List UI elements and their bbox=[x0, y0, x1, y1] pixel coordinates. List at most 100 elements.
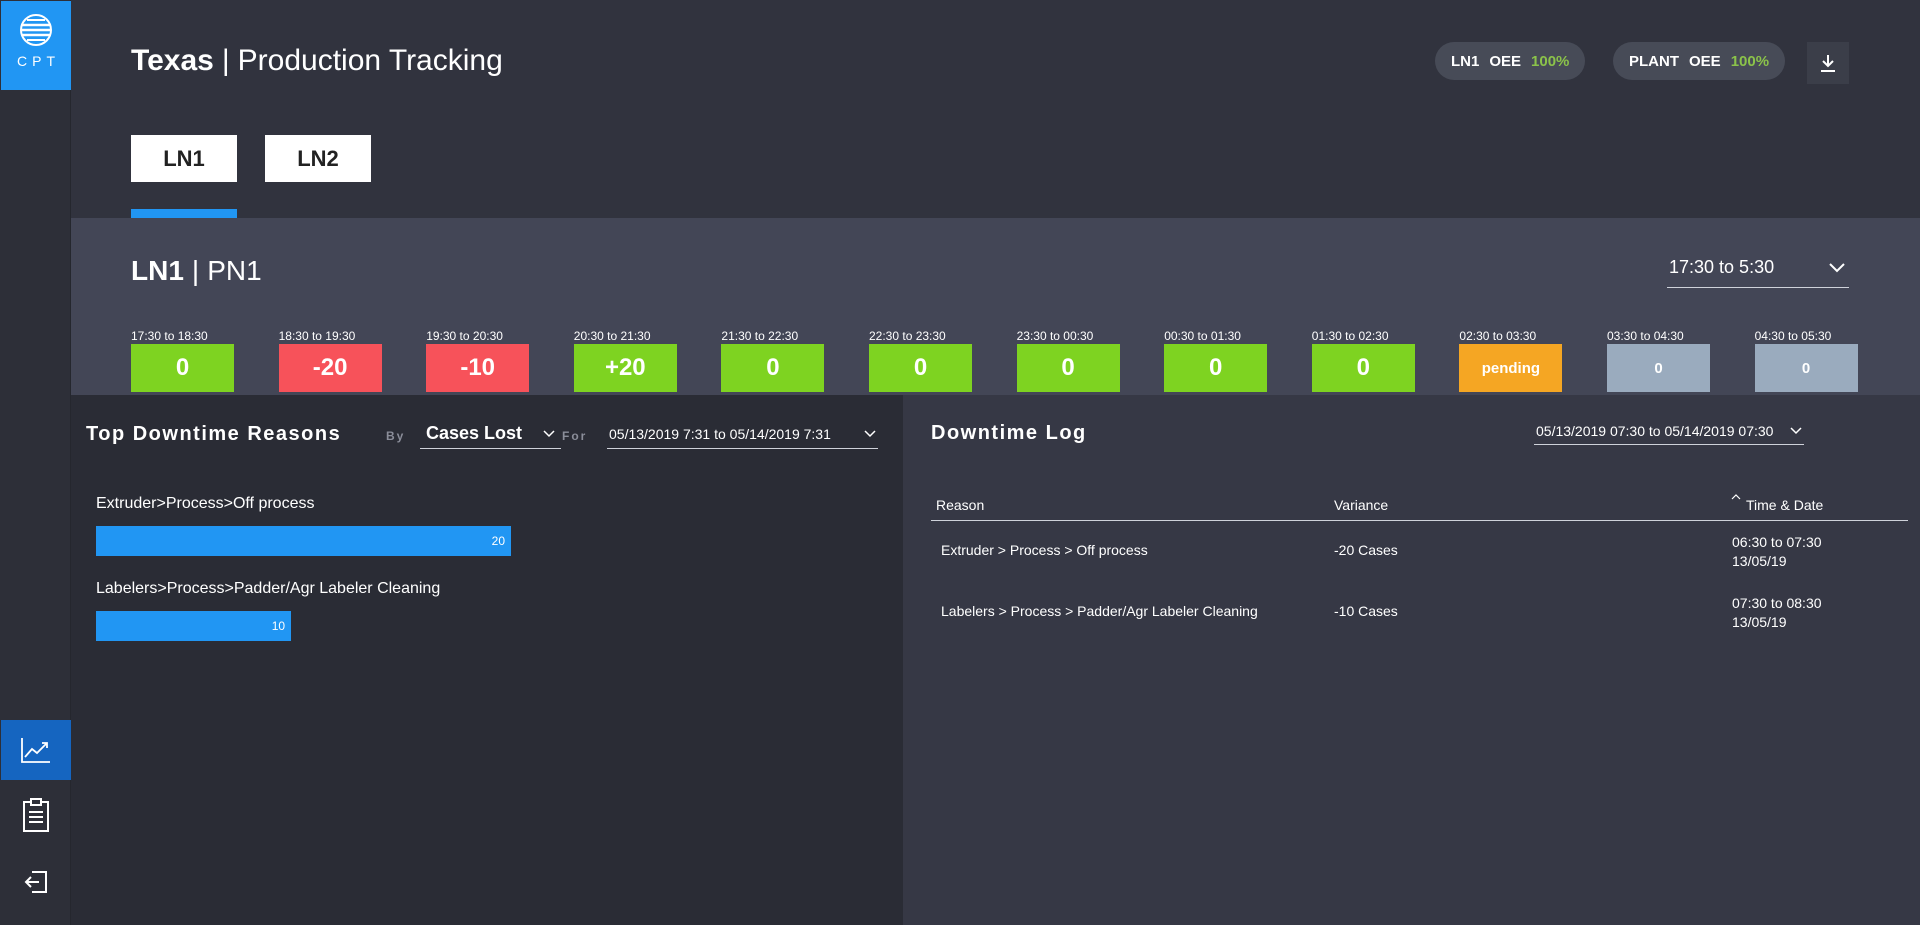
logo[interactable]: CPT bbox=[1, 1, 71, 90]
hour-tile[interactable]: 17:30 to 18:30 0 bbox=[131, 328, 234, 392]
hour-tile[interactable]: 03:30 to 04:30 0 bbox=[1607, 328, 1710, 392]
hour-value: 0 bbox=[1754, 344, 1858, 392]
download-button[interactable] bbox=[1807, 42, 1849, 84]
column-header-time[interactable]: Time & Date bbox=[1746, 497, 1823, 513]
hour-label: 19:30 to 20:30 bbox=[426, 329, 503, 343]
row-time: 07:30 to 08:30 bbox=[1732, 595, 1822, 611]
sort-ascending-icon[interactable] bbox=[1731, 493, 1741, 501]
log-date-range-value: 05/13/2019 07:30 to 05/14/2019 07:30 bbox=[1536, 422, 1774, 439]
sidebar-item-analytics[interactable] bbox=[1, 720, 71, 780]
logout-icon bbox=[24, 871, 47, 893]
hour-value: +20 bbox=[573, 344, 677, 392]
download-icon bbox=[1821, 55, 1835, 72]
hour-value: -20 bbox=[278, 344, 382, 392]
hourly-section: LN1 | PN1 17:30 to 5:30 17:30 to 18:30 0 18:… bbox=[71, 218, 1920, 395]
main-content: Texas | Production Tracking LN1 OEE 100% P… bbox=[71, 0, 1920, 925]
tab-ln1[interactable]: LN1 bbox=[131, 135, 237, 182]
log-table-header: Reason Variance Time & Date bbox=[931, 491, 1908, 521]
hour-tile[interactable]: 20:30 to 21:30 +20 bbox=[573, 328, 677, 392]
reason-label: Labelers>Process>Padder/Agr Labeler Clea… bbox=[96, 580, 441, 597]
row-date: 13/05/19 bbox=[1732, 614, 1787, 630]
for-label: For bbox=[562, 429, 588, 443]
column-header-reason[interactable]: Reason bbox=[936, 497, 984, 513]
row-time: 06:30 to 07:30 bbox=[1732, 534, 1822, 550]
hour-tile[interactable]: 23:30 to 00:30 0 bbox=[1016, 328, 1120, 392]
oee-badge-value: 100% bbox=[1730, 52, 1770, 70]
row-variance: -20 Cases bbox=[1334, 542, 1398, 558]
hour-value: pending bbox=[1459, 344, 1563, 392]
sidebar-item-reports[interactable] bbox=[1, 785, 71, 845]
reason-bar-value: 20 bbox=[491, 534, 505, 548]
hour-label: 00:30 to 01:30 bbox=[1164, 329, 1241, 343]
hour-value: 0 bbox=[131, 344, 234, 392]
hour-tile[interactable]: 18:30 to 19:30 -20 bbox=[278, 328, 382, 392]
reason-bar[interactable]: 10 bbox=[96, 611, 292, 641]
active-tab-indicator bbox=[131, 209, 237, 218]
row-reason: Extruder > Process > Off process bbox=[941, 542, 1148, 558]
plant-oee-badge: PLANT OEE 100% bbox=[1613, 42, 1786, 80]
hour-tile[interactable]: 04:30 to 05:30 0 bbox=[1754, 328, 1858, 392]
site-name: Texas bbox=[131, 44, 214, 77]
line-name: LN1 bbox=[131, 255, 184, 286]
hour-label: 01:30 to 02:30 bbox=[1311, 329, 1389, 343]
downtime-log-title: Downtime Log bbox=[931, 422, 1087, 444]
shift-select-value: 17:30 to 5:30 bbox=[1669, 257, 1775, 277]
table-row[interactable]: Extruder > Process > Off process -20 Cas… bbox=[931, 525, 1908, 585]
hour-label: 18:30 to 19:30 bbox=[278, 329, 356, 343]
downtime-reasons-title: Top Downtime Reasons bbox=[86, 423, 342, 445]
line-title-separator: | bbox=[191, 255, 200, 286]
reasons-date-range-value: 05/13/2019 7:31 to 05/14/2019 7:31 bbox=[609, 425, 831, 442]
clipboard-icon bbox=[23, 798, 49, 832]
top-downtime-reasons-panel: Top Downtime Reasons By Cases Lost For 0… bbox=[71, 395, 903, 925]
hour-tile[interactable]: 01:30 to 02:30 0 bbox=[1311, 328, 1415, 392]
page-subtitle: Production Tracking bbox=[237, 44, 503, 77]
tab-ln2[interactable]: LN2 bbox=[265, 135, 371, 182]
reason-bar-value: 10 bbox=[271, 619, 286, 633]
hour-tile[interactable]: 02:30 to 03:30 pending bbox=[1459, 328, 1563, 392]
hour-value: 0 bbox=[1016, 344, 1120, 392]
downtime-log-panel: Downtime Log 05/13/2019 07:30 to 05/14/2… bbox=[903, 395, 1920, 925]
hour-label: 02:30 to 03:30 bbox=[1459, 329, 1537, 343]
by-select[interactable]: Cases Lost bbox=[420, 419, 561, 449]
by-label: By bbox=[386, 429, 406, 443]
column-header-variance[interactable]: Variance bbox=[1334, 497, 1388, 513]
table-row[interactable]: Labelers > Process > Padder/Agr Labeler … bbox=[931, 586, 1908, 646]
hour-value: 0 bbox=[1311, 344, 1415, 392]
hour-value: 0 bbox=[869, 344, 972, 392]
shift-select[interactable]: 17:30 to 5:30 bbox=[1667, 248, 1849, 288]
oee-badge-metric: OEE bbox=[1689, 52, 1721, 70]
by-select-value: Cases Lost bbox=[426, 423, 523, 443]
product-name: PN1 bbox=[207, 255, 262, 286]
chevron-down-icon bbox=[543, 429, 555, 437]
row-reason: Labelers > Process > Padder/Agr Labeler … bbox=[941, 603, 1258, 619]
hour-value: 0 bbox=[721, 344, 825, 392]
logo-text: CPT bbox=[17, 53, 60, 69]
oee-badge-value: 100% bbox=[1531, 52, 1570, 70]
chevron-down-icon bbox=[1829, 262, 1845, 272]
hour-value: 0 bbox=[1164, 344, 1268, 392]
hour-tile[interactable]: 22:30 to 23:30 0 bbox=[869, 328, 972, 392]
log-date-range-select[interactable]: 05/13/2019 07:30 to 05/14/2019 07:30 bbox=[1534, 417, 1804, 445]
hour-value: 0 bbox=[1607, 344, 1710, 392]
line-oee-badge: LN1 OEE 100% bbox=[1435, 42, 1586, 80]
sidebar-item-logout[interactable] bbox=[1, 852, 71, 912]
hour-label: 22:30 to 23:30 bbox=[869, 329, 946, 343]
header: Texas | Production Tracking LN1 OEE 100% P… bbox=[71, 0, 1920, 218]
hour-label: 21:30 to 22:30 bbox=[721, 329, 799, 343]
chevron-down-icon bbox=[1790, 426, 1802, 434]
reasons-date-range-select[interactable]: 05/13/2019 7:31 to 05/14/2019 7:31 bbox=[607, 419, 878, 449]
oee-badge-metric: OEE bbox=[1489, 52, 1522, 70]
hour-tile[interactable]: 21:30 to 22:30 0 bbox=[721, 328, 825, 392]
hour-label: 04:30 to 05:30 bbox=[1754, 329, 1832, 343]
reason-label: Extruder>Process>Off process bbox=[96, 495, 315, 512]
hour-label: 03:30 to 04:30 bbox=[1607, 329, 1684, 343]
hour-label: 23:30 to 00:30 bbox=[1016, 329, 1094, 343]
hour-label: 17:30 to 18:30 bbox=[131, 329, 208, 343]
hour-tile[interactable]: 00:30 to 01:30 0 bbox=[1164, 328, 1268, 392]
oee-badge-label: LN1 bbox=[1451, 52, 1480, 70]
row-date: 13/05/19 bbox=[1732, 553, 1787, 569]
hour-tile[interactable]: 19:30 to 20:30 -10 bbox=[426, 328, 530, 392]
reason-bar[interactable]: 20 bbox=[96, 526, 511, 556]
page-title: Texas | Production Tracking bbox=[131, 42, 503, 80]
oee-badge-label: PLANT bbox=[1629, 52, 1679, 70]
